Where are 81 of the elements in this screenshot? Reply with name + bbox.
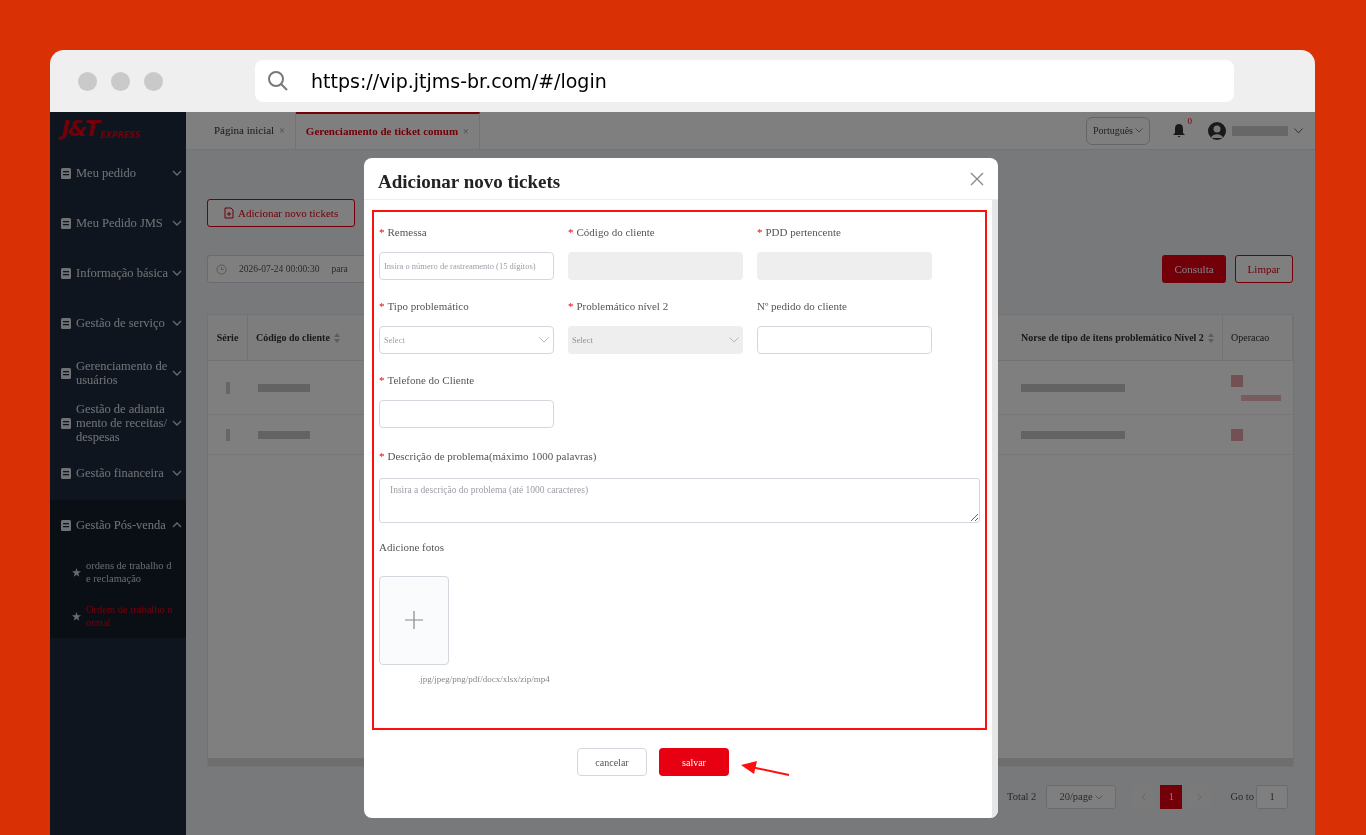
plus-icon bbox=[405, 611, 423, 629]
field-label: * Descrição de problema(máximo 1000 palavras) bbox=[379, 448, 598, 464]
select-field[interactable]: Select bbox=[568, 326, 743, 354]
search-icon bbox=[267, 70, 289, 92]
sidebar-item[interactable]: Informação básica bbox=[50, 248, 186, 298]
blurred-link[interactable] bbox=[1231, 374, 1243, 387]
cancel-button[interactable]: cancelar bbox=[577, 748, 647, 776]
page-size-select[interactable]: 20/page bbox=[1046, 785, 1117, 809]
column-header: Norse de tipo de itens problemático Nível 2 bbox=[1013, 315, 1223, 360]
clock-icon bbox=[216, 263, 227, 275]
goto-label: Go to bbox=[1230, 790, 1254, 805]
save-button[interactable]: salvar bbox=[659, 748, 729, 776]
sidebar-item[interactable]: Gestão financeira bbox=[50, 448, 186, 498]
sidebar-item[interactable]: Meu pedido bbox=[50, 148, 186, 198]
field-label: Nº pedido do cliente bbox=[757, 298, 848, 314]
bell-icon[interactable] bbox=[1172, 123, 1186, 138]
notification-count: 0 bbox=[1187, 115, 1192, 128]
column-header: Série bbox=[208, 315, 248, 360]
vertical-scrollbar[interactable] bbox=[992, 200, 998, 818]
menu-item-icon bbox=[60, 266, 72, 280]
menu-item-icon bbox=[60, 316, 72, 330]
sidebar-item[interactable]: Gestão Pós-venda bbox=[50, 500, 186, 550]
sort-icon bbox=[333, 331, 340, 344]
menu-item-icon bbox=[60, 416, 72, 430]
upload-box[interactable] bbox=[379, 575, 449, 665]
submenu-item[interactable]: ordens de trabalho de reclamação bbox=[50, 550, 186, 594]
menu-item-icon bbox=[60, 466, 72, 480]
field-label: * PDD pertencente bbox=[757, 224, 842, 240]
column-header: Operacao bbox=[1223, 315, 1293, 360]
upload-label: Adicione fotos bbox=[379, 540, 446, 555]
page-tab[interactable]: Gerenciamento de ticket comum × bbox=[295, 112, 480, 149]
field-label: * Remessa bbox=[379, 224, 428, 240]
description-field[interactable]: Insira a descrição do problema (até 1000 caracteres) bbox=[379, 478, 980, 523]
dropdown-icon[interactable] bbox=[1294, 127, 1303, 134]
dropdown-icon bbox=[1095, 794, 1104, 800]
field-label: * Telefone do Cliente bbox=[379, 372, 476, 388]
page-number[interactable]: 1 bbox=[1160, 785, 1183, 809]
page-tab[interactable]: Página inicial × bbox=[204, 112, 296, 149]
input-field[interactable] bbox=[379, 400, 554, 428]
blurred-text bbox=[258, 430, 310, 439]
sidebar-item[interactable]: Gestão de serviço bbox=[50, 298, 186, 348]
blurred-link[interactable] bbox=[1231, 428, 1243, 441]
language-select[interactable]: Português bbox=[1086, 116, 1150, 145]
sidebar-item[interactable]: Gerenciamento de usuários bbox=[50, 348, 186, 398]
blurred-link[interactable] bbox=[1241, 394, 1281, 401]
sort-icon bbox=[1207, 331, 1214, 344]
blurred-text bbox=[258, 383, 310, 392]
close-icon[interactable]: × bbox=[463, 124, 469, 139]
menu-item-icon bbox=[60, 216, 72, 230]
blurred-username bbox=[1232, 125, 1288, 136]
select-field[interactable]: Select bbox=[379, 326, 554, 354]
logo-subtext: EXPRESS bbox=[100, 132, 141, 140]
filter-button[interactable]: Consulta bbox=[1162, 255, 1226, 283]
field-label: * Tipo problemático bbox=[379, 298, 470, 314]
modal-title: Adicionar novo tickets bbox=[378, 170, 561, 195]
sidebar-item[interactable]: Gestão de adiantamento de receitas/despesas bbox=[50, 398, 186, 448]
close-icon[interactable]: × bbox=[279, 123, 285, 138]
close-icon[interactable] bbox=[970, 171, 984, 186]
menu-item-icon bbox=[60, 166, 72, 180]
goto-input[interactable]: 1 bbox=[1256, 785, 1288, 809]
dropdown-icon bbox=[539, 337, 549, 343]
add-ticket-button[interactable]: Adicionar novo tickets bbox=[207, 199, 356, 227]
field-label: * Problemático nível 2 bbox=[568, 298, 670, 314]
filter-button[interactable]: Limpar bbox=[1234, 255, 1293, 283]
upload-hint: .jpg/jpeg/png/pdf/docx/xlsx/zip/mp4 bbox=[418, 672, 551, 686]
menu-item-icon bbox=[60, 518, 72, 532]
sidebar-item[interactable]: Meu Pedido JMS bbox=[50, 198, 186, 248]
annotation-arrow bbox=[741, 761, 791, 777]
input-field[interactable] bbox=[757, 326, 932, 354]
star-icon bbox=[72, 611, 81, 621]
url-text: https://vip.jtjms-br.com/#/login bbox=[311, 68, 607, 94]
input-field[interactable]: Insira o número de rastreamento (15 dígitos) bbox=[379, 252, 554, 280]
dropdown-icon bbox=[1135, 128, 1143, 133]
total-count: Total 2 bbox=[1007, 790, 1037, 805]
add-document-icon bbox=[224, 207, 234, 219]
field-label: * Código do cliente bbox=[568, 224, 656, 240]
address-bar[interactable]: https://vip.jtjms-br.com/#/login bbox=[255, 60, 1234, 102]
menu-item-icon bbox=[60, 366, 72, 380]
dropdown-icon bbox=[729, 337, 739, 343]
avatar-icon[interactable] bbox=[1208, 121, 1226, 140]
star-icon bbox=[72, 567, 81, 577]
